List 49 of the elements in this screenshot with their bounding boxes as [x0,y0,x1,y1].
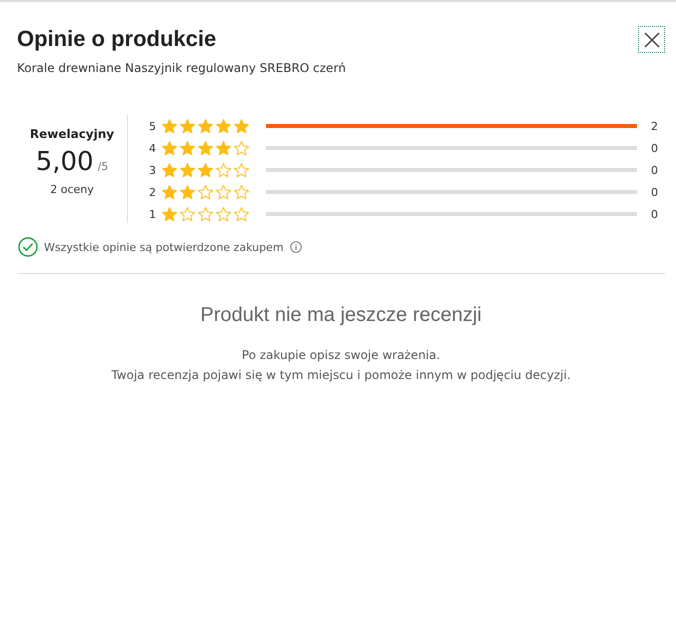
dialog-title: Opinie o produkcie [17,25,216,53]
close-icon [644,32,660,48]
star-icon [197,162,214,178]
star-icon [179,140,196,156]
star-icon [161,184,178,200]
star-outline-icon [233,162,250,178]
star-icon [233,118,250,134]
rating-count-value: 0 [651,142,659,154]
star-outline-icon [233,184,250,200]
star-level-label: 4 [149,142,157,154]
star-icon [179,184,196,200]
star-outline-icon [179,206,196,222]
score-scale: /5 [98,160,108,173]
star-outline-icon [215,184,232,200]
rating-verdict: Rewelacyjny [30,127,114,141]
rating-count-value: 0 [651,186,659,198]
rating-count-value: 2 [651,120,659,132]
star-icon [197,118,214,134]
star-icon [215,140,232,156]
star-icon [161,206,178,222]
star-icon [179,118,196,134]
info-icon[interactable] [290,241,302,253]
star-icon [215,118,232,134]
average-score: 5,00 [36,147,94,177]
rating-count: 2 oceny [50,183,94,196]
star-outline-icon [215,206,232,222]
star-outline-icon [197,206,214,222]
empty-state-title: Produkt nie ma jeszcze recenzji [200,304,482,327]
star-outline-icon [233,206,250,222]
star-icon [161,162,178,178]
star-outline-icon [215,162,232,178]
star-level-label: 1 [149,208,157,220]
star-level-label: 3 [149,164,157,176]
star-level-label: 2 [149,186,157,198]
close-button[interactable] [638,26,665,53]
rating-count-value: 0 [651,208,659,220]
star-outline-icon [197,184,214,200]
star-icon [197,140,214,156]
product-name: Korale drewniane Naszyjnik regulowany SREBRO czerń [17,61,347,75]
empty-state-text: Po zakupie opisz swoje wrażenia. [242,347,440,364]
star-outline-icon [233,140,250,156]
verified-note: Wszystkie opinie są potwierdzone zakupem [44,240,284,254]
star-icon [161,140,178,156]
empty-state-text: Twoja recenzja pojawi się w tym miejscu i pomoże innym w podjęciu decyzji. [111,367,571,384]
rating-count-value: 0 [651,164,659,176]
check-circle-icon [18,237,38,257]
star-icon [179,162,196,178]
star-icon [161,118,178,134]
star-level-label: 5 [149,120,157,132]
